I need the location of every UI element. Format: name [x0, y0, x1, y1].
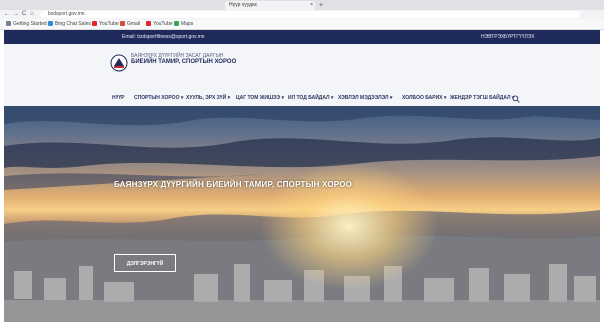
new-tab-icon[interactable]: + — [319, 1, 323, 10]
tab-title: Нүүр хуудас — [229, 2, 258, 8]
bookmark-item[interactable]: Getting Started — [6, 19, 47, 29]
nav-gender-equality[interactable]: ЖЕНДЭР ТЭГШ БАЙДАЛ ▾ — [450, 93, 514, 103]
bookmark-item[interactable]: Bing Chat Sales — [48, 19, 91, 29]
nav-sport-committee[interactable]: СПОРТЫН ХОРОО ▾ — [134, 93, 183, 103]
nav-transparency[interactable]: ИЛ ТОД БАЙДАЛ ▾ — [288, 93, 333, 103]
site-logo[interactable] — [110, 54, 128, 72]
bookmark-item[interactable]: Maps — [174, 19, 193, 29]
browser-tab-bar: Нүүр хуудас × + — [0, 0, 604, 10]
bookmark-item[interactable]: Gmail — [120, 19, 140, 29]
bookmarks-bar: Getting Started Bing Chat Sales YouTube … — [0, 19, 604, 30]
nav-news[interactable]: ХЭВЛЭЛ МЭДЭЭЛЭЛ ▾ — [338, 93, 392, 103]
login-link[interactable]: НЭВТРЭХ — [481, 30, 504, 44]
bookmark-item[interactable]: YouTube — [92, 19, 119, 29]
close-tab-icon[interactable]: × — [310, 1, 313, 10]
bookmark-item[interactable]: YouTube — [146, 19, 173, 29]
address-row: ← → C ⌂ bzdsport.gov.mn — [0, 10, 604, 19]
site-top-bar: Email: bzdsportfitness@sport.gov.mn НЭВТ… — [4, 30, 600, 44]
reload-icon[interactable]: C — [22, 10, 26, 19]
forward-icon[interactable]: → — [13, 10, 19, 19]
bookmark-icon — [6, 21, 11, 27]
hero-title: БАЯНЗҮРХ ДҮҮРГИЙН БИЕИЙН ТАМИР, СПОРТЫН … — [114, 180, 353, 189]
search-icon[interactable] — [512, 95, 520, 103]
bookmark-icon — [48, 21, 53, 27]
page-bottom-strip — [4, 322, 600, 329]
address-text: bzdsport.gov.mn — [48, 11, 85, 17]
contact-email: Email: bzdsportfitness@sport.gov.mn — [122, 34, 205, 40]
hero-banner: БАЯНЗҮРХ ДҮҮРГИЙН БИЕИЙН ТАМИР, СПОРТЫН … — [4, 106, 600, 322]
maps-icon — [174, 21, 179, 27]
nav-contact[interactable]: ХОЛБОО БАРИХ ▾ — [402, 93, 446, 103]
address-bar[interactable]: bzdsport.gov.mn — [40, 11, 580, 18]
nav-law[interactable]: ХУУЛЬ, ЭРХ ЗҮЙ ▾ — [186, 93, 230, 103]
site-header: БАЯНЗҮРХ ДҮҮРГИЙН ЗАСАГ ДАРГЫН БИЕИЙН ТА… — [4, 44, 600, 106]
gmail-icon — [120, 21, 125, 27]
org-name: БИЕИЙН ТАМИР, СПОРТЫН ХОРОО — [131, 59, 237, 65]
org-title[interactable]: БАЯНЗҮРХ ДҮҮРГИЙН ЗАСАГ ДАРГЫН БИЕИЙН ТА… — [131, 53, 251, 66]
nav-schedule[interactable]: ЦАГ ТОМ ЖИШЭЭ ▾ — [236, 93, 284, 103]
home-icon[interactable]: ⌂ — [30, 10, 34, 19]
back-icon[interactable]: ← — [4, 10, 10, 19]
register-link[interactable]: БҮРТГҮҮЛЭХ — [504, 30, 535, 44]
browser-tab[interactable]: Нүүр хуудас × — [225, 1, 315, 10]
nav-home[interactable]: НҮҮР — [112, 93, 125, 103]
youtube-icon — [146, 21, 151, 27]
youtube-icon — [92, 21, 97, 27]
details-button[interactable]: ДЭЛГЭРЭНГҮЙ — [114, 254, 176, 272]
